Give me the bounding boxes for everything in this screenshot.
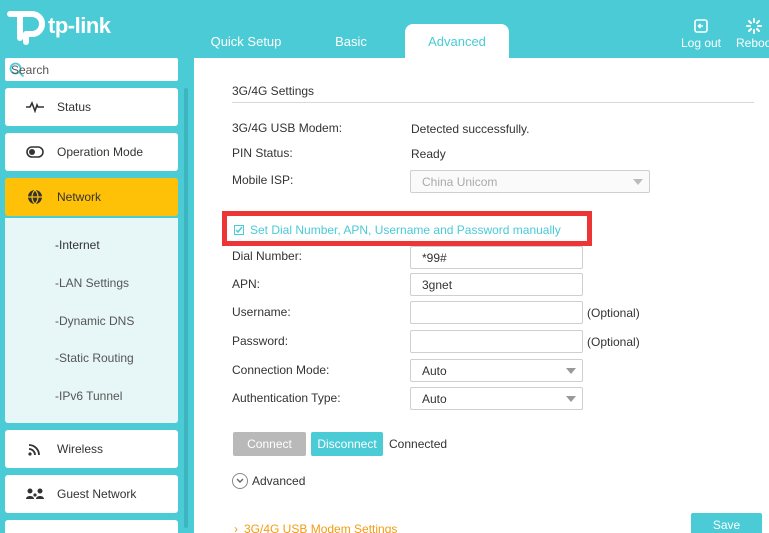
chevron-down-icon	[566, 368, 576, 374]
dial-number-input[interactable]: *99#	[410, 246, 583, 269]
sidebar-item-guest-network[interactable]: Guest Network	[5, 475, 178, 513]
dial-number-value: *99#	[422, 250, 447, 265]
username-label: Username:	[232, 305, 291, 319]
apn-input[interactable]: 3gnet	[410, 273, 583, 296]
apn-label: APN:	[232, 277, 261, 291]
usb-modem-settings-link[interactable]: › 3G/4G USB Modem Settings	[234, 522, 397, 533]
password-optional-hint: (Optional)	[587, 335, 640, 349]
chevron-down-circle-icon	[232, 473, 248, 489]
logout-label: Log out	[680, 36, 722, 50]
manual-setting-checkbox[interactable]: Set Dial Number, APN, Username and Passw…	[234, 223, 561, 237]
tab-advanced[interactable]: Advanced	[405, 24, 509, 58]
logout-button[interactable]: Log out	[678, 18, 724, 50]
sidebar-sub-internet[interactable]: -Internet	[55, 238, 100, 252]
password-input[interactable]	[410, 330, 583, 353]
pin-value: Ready	[411, 147, 446, 161]
section-divider	[232, 102, 754, 103]
auth-type-value: Auto	[422, 391, 447, 406]
sidebar-item-wireless[interactable]: Wireless	[5, 430, 178, 468]
reboot-label: Reboo	[736, 36, 769, 50]
reboot-icon	[746, 18, 762, 34]
top-header: tp-link Quick Setup Basic Advanced Log o…	[0, 0, 769, 58]
connect-button[interactable]: Connect	[233, 432, 306, 456]
connection-mode-value: Auto	[422, 363, 447, 378]
network-submenu: -Internet -LAN Settings -Dynamic DNS -St…	[5, 218, 178, 423]
advanced-label: Advanced	[252, 474, 306, 488]
sidebar-sub-dynamic-dns[interactable]: -Dynamic DNS	[55, 314, 134, 328]
search-placeholder: Search	[11, 62, 50, 77]
save-button[interactable]: Save	[691, 513, 762, 533]
advanced-toggle[interactable]: Advanced	[232, 473, 305, 489]
tab-basic[interactable]: Basic	[306, 24, 396, 58]
sidebar-item-status[interactable]: Status	[5, 88, 178, 126]
usb-modem-settings-label: 3G/4G USB Modem Settings	[244, 522, 398, 533]
sidebar-item-label: Network	[57, 190, 102, 204]
username-input[interactable]	[410, 301, 583, 324]
username-optional-hint: (Optional)	[587, 306, 640, 320]
sidebar-scrollbar[interactable]	[184, 88, 188, 528]
auth-type-label: Authentication Type:	[232, 391, 341, 405]
modem-value: Detected successfully.	[411, 122, 530, 136]
isp-label: Mobile ISP:	[232, 173, 294, 187]
isp-value: China Unicom	[422, 174, 498, 189]
section-title: 3G/4G Settings	[232, 84, 315, 98]
sidebar: Search Status Operation Mode Network -In…	[0, 58, 192, 533]
chevron-down-icon	[566, 396, 576, 402]
connection-status: Connected	[389, 437, 448, 451]
toggle-icon	[25, 142, 45, 162]
sidebar-sub-static-routing[interactable]: -Static Routing	[55, 351, 134, 365]
sidebar-item-partial[interactable]	[5, 520, 178, 533]
chevron-right-icon: ›	[234, 522, 238, 533]
apn-value: 3gnet	[422, 277, 453, 292]
tab-quick-setup[interactable]: Quick Setup	[196, 24, 296, 58]
brand-name: tp-link	[48, 13, 111, 38]
modem-label: 3G/4G USB Modem:	[232, 121, 343, 135]
pin-label: PIN Status:	[232, 146, 293, 160]
sidebar-item-label: Wireless	[57, 442, 104, 456]
sidebar-item-network[interactable]: Network	[5, 178, 178, 216]
search-input[interactable]: Search	[5, 58, 178, 81]
main-panel: 3G/4G Settings 3G/4G USB Modem: Detected…	[194, 58, 769, 533]
dial-number-label: Dial Number:	[232, 249, 303, 263]
tp-link-logo[interactable]: tp-link	[6, 6, 111, 46]
guests-icon	[25, 484, 45, 504]
pulse-icon	[25, 97, 45, 117]
connection-mode-label: Connection Mode:	[232, 363, 330, 377]
logout-icon	[694, 19, 708, 33]
reboot-button[interactable]: Reboo	[736, 18, 769, 50]
sidebar-item-operation-mode[interactable]: Operation Mode	[5, 133, 178, 171]
chevron-down-icon	[633, 179, 643, 185]
sidebar-item-label: Operation Mode	[57, 145, 144, 159]
sidebar-sub-lan-settings[interactable]: -LAN Settings	[55, 276, 129, 290]
connection-mode-select[interactable]: Auto	[410, 359, 583, 382]
sidebar-item-label: Guest Network	[57, 487, 137, 501]
isp-select[interactable]: China Unicom	[410, 170, 650, 193]
sidebar-sub-ipv6-tunnel[interactable]: -IPv6 Tunnel	[55, 389, 122, 403]
manual-setting-label: Set Dial Number, APN, Username and Passw…	[250, 223, 561, 237]
auth-type-select[interactable]: Auto	[410, 387, 583, 410]
password-label: Password:	[232, 334, 289, 348]
sidebar-item-label: Status	[57, 100, 92, 114]
disconnect-button[interactable]: Disconnect	[311, 432, 383, 456]
globe-icon	[25, 187, 45, 207]
tp-link-logo-icon	[7, 11, 45, 45]
checkbox-checked-icon	[234, 225, 244, 235]
wifi-icon	[25, 439, 45, 459]
